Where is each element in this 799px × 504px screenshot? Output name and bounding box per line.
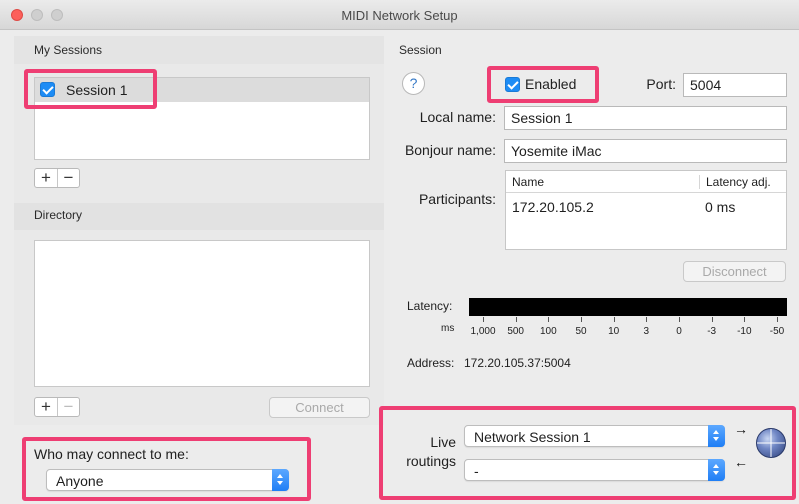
latency-tick [744,317,746,322]
participants-header: Name Latency adj. [506,171,786,193]
latency-tick-label: 50 [575,326,587,337]
directory-add-remove: + − [34,397,80,417]
latency-tick-label: 3 [643,326,650,337]
sessions-add-remove: + − [34,168,80,188]
latency-tick [581,317,582,322]
remove-session-button[interactable]: − [57,169,79,187]
column-latency-adj[interactable]: Latency adj. [699,175,771,189]
latency-tick [515,317,517,322]
title-bar: MIDI Network Setup [0,0,799,30]
latency-tick-label: -3 [707,326,717,337]
disconnect-button[interactable]: Disconnect [683,261,786,282]
latency-tick [483,317,484,322]
address-value: 172.20.105.37:5004 [464,356,571,370]
session-section-label: Session [399,43,442,57]
session-highlight [24,69,157,109]
latency-tick-label: 0 [676,326,682,337]
latency-ticks [469,317,787,323]
window-title: MIDI Network Setup [341,8,458,23]
latency-tick-label: -50 [769,326,785,337]
latency-meter [469,298,787,316]
latency-tick-label: -10 [737,326,752,337]
bonjour-name-label: Bonjour name: [404,142,496,158]
help-icon[interactable]: ? [402,72,425,95]
local-name-label: Local name: [419,109,496,125]
latency-tick [613,317,615,322]
who-may-connect-highlight [22,437,311,501]
remove-directory-button[interactable]: − [57,398,79,416]
participants-table[interactable]: Name Latency adj. 172.20.105.2 0 ms [505,170,787,250]
bonjour-name-field[interactable]: Yosemite iMac [504,139,787,163]
port-field[interactable]: 5004 [683,73,787,97]
connect-button[interactable]: Connect [269,397,370,418]
latency-unit: ms [441,323,455,334]
table-row[interactable]: 172.20.105.2 0 ms [506,199,786,219]
address-label: Address: [407,356,455,370]
latency-tick [679,317,680,322]
latency-label: Latency: [407,299,453,313]
add-directory-button[interactable]: + [35,398,57,416]
add-session-button[interactable]: + [35,169,57,187]
local-name-field[interactable]: Session 1 [504,106,787,130]
directory-list[interactable] [34,240,370,387]
latency-tick [777,317,778,322]
my-sessions-label: My Sessions [34,43,103,57]
port-label: Port: [646,76,676,92]
latency-tick-labels: 1,000 500 100 50 10 3 0 -3 -10 -50 [469,326,787,338]
directory-label: Directory [34,208,83,222]
latency-tick [711,317,713,322]
participants-label: Participants: [418,191,496,207]
participant-name: 172.20.105.2 [512,199,594,215]
latency-tick [646,317,648,322]
latency-tick-label: 10 [608,326,620,337]
latency-tick [548,317,550,322]
live-routings-highlight [379,406,796,500]
latency-tick-label: 100 [539,326,557,337]
latency-tick-label: 500 [507,326,524,337]
latency-tick-label: 1,000 [470,326,496,337]
column-name[interactable]: Name [512,175,544,189]
participant-latency: 0 ms [705,199,736,215]
enabled-highlight [487,66,599,103]
